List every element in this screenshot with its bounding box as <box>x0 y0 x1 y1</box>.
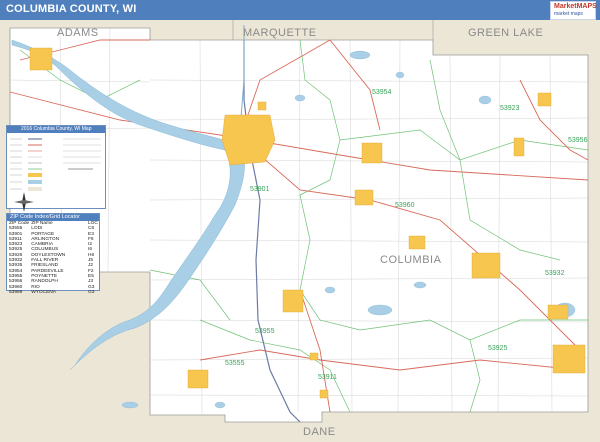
urban-adams-town <box>29 47 53 71</box>
urban-small <box>319 389 329 399</box>
urban-columbus <box>552 344 586 374</box>
zip-label: 53956 <box>568 137 588 144</box>
urban-wyocena <box>354 189 374 206</box>
urban-portage <box>221 114 276 166</box>
urban-doylestown <box>547 304 569 320</box>
zip-name-cell: WYOCENA <box>31 289 56 295</box>
zip-label: 53923 <box>500 105 520 112</box>
logo-text: MarketMAPS <box>554 3 597 10</box>
zip-code-cell: 53969 <box>9 289 23 295</box>
county-label-dane: DANE <box>303 426 336 438</box>
zip-code-index: ZIP Code Index/Grid Locator ZIP Code ZIP… <box>6 213 100 295</box>
urban-arlington <box>309 352 319 361</box>
county-label-green-lake: GREEN LAKE <box>468 27 543 39</box>
zip-index-table: ZIP Code ZIP Name LOC 53555 LODI C6 53901 P… <box>7 221 99 295</box>
urban-cambria <box>537 92 552 107</box>
compass-rose-icon <box>14 192 34 212</box>
title-bar: COLUMBIA COUNTY, WI MarketMAPS market ma… <box>0 0 600 20</box>
publisher-logo: MarketMAPS market maps <box>550 1 597 20</box>
zip-label: 53555 <box>225 360 245 367</box>
zip-loc-cell: G3 <box>88 289 95 295</box>
urban-randolph <box>513 137 525 157</box>
zip-label: 53954 <box>372 89 392 96</box>
logo-subtext: market maps <box>554 11 583 17</box>
county-label-columbia: COLUMBIA <box>380 254 442 266</box>
map-title: COLUMBIA COUNTY, WI <box>6 3 137 15</box>
urban-pardeeville <box>361 142 383 164</box>
zip-label: 53901 <box>250 186 270 193</box>
county-label-adams: ADAMS <box>57 27 99 39</box>
urban-small <box>257 101 267 111</box>
zip-label: 53911 <box>318 374 337 381</box>
urban-fall-river <box>471 252 501 279</box>
county-label-marquette: MARQUETTE <box>243 27 317 39</box>
zip-label: 53955 <box>255 328 275 335</box>
urban-poynette <box>282 289 304 313</box>
legend-title: 2016 Columbia County, WI Map <box>7 126 105 133</box>
map-frame: COLUMBIA COUNTY, WI MarketMAPS market ma… <box>0 0 600 442</box>
zip-label: 53925 <box>488 345 508 352</box>
zip-label: 53960 <box>395 202 415 209</box>
urban-rio <box>408 235 426 250</box>
zip-index-row: 53969 WYOCENA G3 <box>7 290 99 295</box>
zip-index-title: ZIP Code Index/Grid Locator <box>7 214 99 221</box>
zip-label: 53932 <box>545 270 565 277</box>
urban-lodi <box>187 369 209 389</box>
